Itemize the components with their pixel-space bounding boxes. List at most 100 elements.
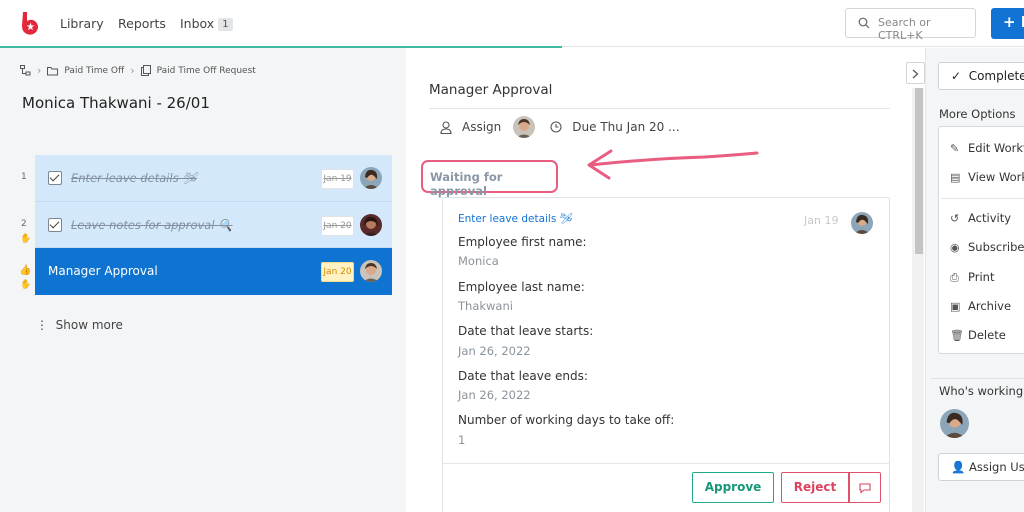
top-bar: Library Reports Inbox 1 Search or CTRL+K … [0, 0, 1024, 47]
menu-item-label: Print [968, 270, 995, 284]
nav-inbox[interactable]: Inbox 1 [180, 16, 233, 31]
form-step-link[interactable]: Enter leave details 🛩 [458, 212, 573, 225]
avatar [360, 167, 382, 189]
pencil-icon: ✎ [950, 142, 960, 155]
step-item-active[interactable]: 👍 ✋ Manager Approval Jan 20 [19, 248, 392, 295]
menu-item-subscribe[interactable]: ◉ Subscribe [950, 240, 1024, 254]
form-date: Jan 19 [804, 214, 839, 227]
menu-item-delete[interactable]: 🗑 Delete [950, 328, 1006, 342]
menu-item-label: View Work [968, 170, 1024, 184]
assign-button[interactable]: Assign [462, 120, 501, 134]
show-more-label: Show more [55, 318, 123, 332]
approve-button[interactable]: Approve [692, 472, 774, 503]
step-due-date: Jan 20 [321, 262, 354, 282]
breadcrumb-item[interactable]: Paid Time Off Request [157, 66, 256, 76]
reject-button[interactable]: Reject [781, 472, 849, 503]
new-button[interactable]: + N [991, 8, 1024, 39]
trash-icon: 🗑 [950, 329, 964, 342]
nav-library[interactable]: Library [60, 16, 104, 31]
step-checkbox[interactable] [48, 171, 62, 185]
history-icon: ↺ [950, 212, 960, 225]
assign-user-button[interactable]: 👤 Assign Use [938, 453, 1024, 481]
field-value: 1 [458, 433, 466, 447]
due-date-button[interactable]: Due Thu Jan 20 ... [572, 120, 679, 134]
more-options-title: More Options [939, 107, 1016, 121]
avatar[interactable] [940, 409, 969, 438]
avatar [513, 116, 536, 138]
eye-icon: ◉ [950, 241, 960, 254]
comment-icon [859, 483, 871, 494]
search-placeholder: Search or CTRL+K [878, 16, 931, 42]
step-label: Leave notes for approval 🔍 [71, 217, 233, 232]
menu-item-edit-workflow[interactable]: ✎ Edit Workf [950, 141, 1024, 155]
breadcrumb-item[interactable]: Paid Time Off [64, 66, 124, 76]
menu-item-label: Edit Workf [968, 141, 1024, 155]
step-label: Manager Approval [48, 264, 158, 278]
menu-item-activity[interactable]: ↺ Activity [950, 211, 1011, 225]
section-title: Manager Approval [429, 82, 553, 98]
menu-item-label: Subscribe [968, 240, 1024, 254]
scrollbar-thumb[interactable] [915, 88, 923, 254]
chevron-right-icon: › [37, 64, 42, 77]
whos-working-title: Who's working [939, 384, 1024, 398]
step-number: 2 [21, 218, 27, 229]
waiting-status-label: Waiting for approval [421, 160, 558, 198]
hierarchy-icon[interactable] [20, 65, 31, 76]
avatar [360, 213, 382, 236]
assign-user-label: Assign Use [968, 460, 1024, 474]
field-value: Jan 26, 2022 [458, 388, 531, 402]
menu-item-label: Activity [968, 211, 1012, 225]
user-icon [440, 120, 452, 134]
field-label: Date that leave ends: [458, 369, 588, 383]
collapse-sidebar-button[interactable] [906, 62, 925, 84]
step-number: 1 [21, 172, 27, 182]
complete-button[interactable]: ✓ Complete [938, 62, 1024, 90]
search-input[interactable]: Search or CTRL+K [845, 8, 976, 42]
field-value: Monica [458, 254, 499, 268]
user-icon: 👤 [951, 460, 966, 474]
step-item[interactable]: 2 ✋ Leave notes for approval 🔍 Jan 20 [20, 201, 392, 248]
field-label: Number of working days to take off: [458, 413, 675, 427]
menu-item-label: Archive [968, 299, 1012, 313]
step-list: 1 Enter leave details 🛩 Jan 19 2 ✋ Leave… [19, 155, 392, 295]
task-title: Monica Thakwani - 26/01 [22, 94, 210, 112]
divider [931, 378, 1024, 379]
thumbs-up-icon: 👍 [19, 265, 32, 276]
step-checkbox[interactable] [48, 217, 62, 232]
hand-icon: ✋ [20, 233, 32, 244]
complete-label: Complete [968, 69, 1024, 83]
app-logo-icon[interactable] [20, 12, 40, 36]
printer-icon: ⎙ [950, 271, 959, 284]
divider [941, 198, 1024, 199]
show-more-button[interactable]: ⋮ Show more [36, 318, 123, 332]
search-icon [858, 17, 870, 29]
step-due-date: Jan 20 [321, 215, 354, 236]
divider [429, 108, 890, 109]
assign-row: Assign Due Thu Jan 20 ... [440, 116, 680, 138]
hand-icon: ✋ [20, 280, 32, 290]
menu-item-print[interactable]: ⎙ Print [950, 270, 994, 285]
step-due-date: Jan 19 [321, 169, 354, 189]
step-item[interactable]: 1 Enter leave details 🛩 Jan 19 [21, 155, 392, 202]
menu-item-view-workflow[interactable]: ▤ View Work [950, 170, 1024, 184]
inbox-count-badge: 1 [218, 18, 233, 31]
field-value: Thakwani [458, 299, 513, 313]
table-icon: ▤ [950, 171, 961, 184]
avatar [360, 260, 382, 282]
field-label: Employee last name: [458, 280, 585, 294]
menu-item-archive[interactable]: ▣ Archive [950, 299, 1011, 313]
field-label: Employee first name: [458, 235, 587, 249]
divider [443, 463, 889, 464]
chevron-right-icon [912, 69, 919, 79]
archive-icon: ▣ [950, 300, 961, 313]
nav-reports[interactable]: Reports [118, 16, 166, 31]
reject-comment-button[interactable] [849, 472, 881, 503]
step-label: Enter leave details 🛩 [71, 171, 197, 185]
chevron-right-icon: › [130, 64, 135, 77]
folder-icon [47, 66, 59, 75]
arrow-annotation-icon [587, 149, 759, 180]
nav-inbox-label: Inbox [180, 16, 215, 31]
clock-icon [550, 121, 562, 133]
field-value: Jan 26, 2022 [458, 344, 531, 358]
avatar [851, 212, 873, 234]
